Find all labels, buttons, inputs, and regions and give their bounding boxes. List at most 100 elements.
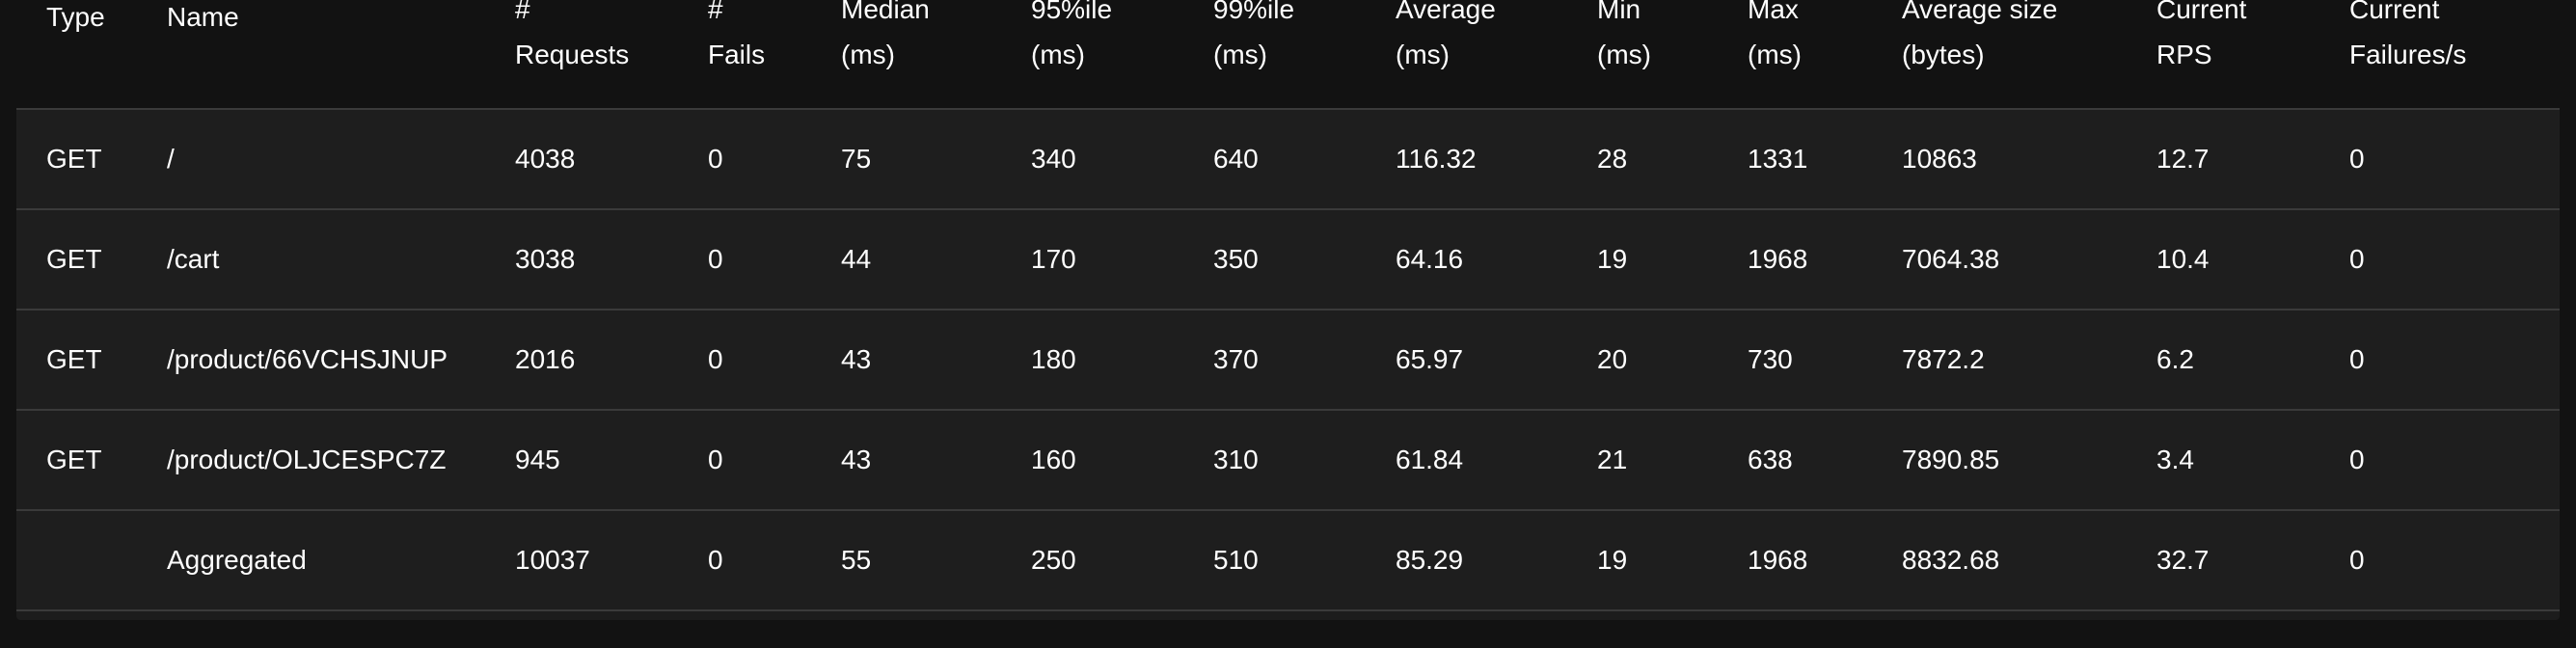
cell-median: 75: [841, 109, 1031, 210]
cell-max: 1968: [1748, 209, 1902, 310]
column-header-median[interactable]: Median (ms): [841, 0, 1031, 110]
cell-fails: 0: [708, 310, 841, 411]
table-header-row: Type Name # Requests # Fails Median (ms)…: [16, 0, 2560, 110]
column-header-p99[interactable]: 99%ile (ms): [1213, 0, 1396, 110]
cell-max: 638: [1748, 410, 1902, 511]
cell-name: /product/66VCHSJNUP: [167, 310, 515, 411]
cell-average-size: 8832.68: [1902, 510, 2156, 611]
column-header-name[interactable]: Name: [167, 0, 515, 110]
cell-min: 20: [1597, 310, 1748, 411]
column-header-label: # Fails: [708, 0, 766, 69]
request-stats-table: Type Name # Requests # Fails Median (ms)…: [16, 0, 2560, 611]
cell-fails: 0: [708, 209, 841, 310]
cell-p99: 370: [1213, 310, 1396, 411]
cell-average: 85.29: [1396, 510, 1597, 611]
cell-current-rps: 12.7: [2156, 109, 2349, 210]
column-header-label: Average size (bytes): [1902, 0, 2058, 69]
cell-fails: 0: [708, 410, 841, 511]
cell-type: GET: [46, 109, 167, 210]
cell-name: /cart: [167, 209, 515, 310]
aggregated-row: Aggregated 10037 0 55 250 510 85.29 19 1…: [16, 510, 2560, 611]
cell-requests: 4038: [515, 109, 708, 210]
cell-current-rps: 32.7: [2156, 510, 2349, 611]
cell-average-size: 7890.85: [1902, 410, 2156, 511]
cell-average: 64.16: [1396, 209, 1597, 310]
column-header-current-failures[interactable]: Current Failures/s: [2349, 0, 2560, 110]
header-spacer: [16, 0, 46, 110]
cell-max: 1331: [1748, 109, 1902, 210]
cell-min: 19: [1597, 209, 1748, 310]
cell-fails: 0: [708, 109, 841, 210]
table-row: GET /product/OLJCESPC7Z 945 0 43 160 310…: [16, 410, 2560, 511]
cell-type: GET: [46, 310, 167, 411]
row-spacer: [16, 510, 46, 611]
column-header-average[interactable]: Average (ms): [1396, 0, 1597, 110]
cell-type: [46, 510, 167, 611]
cell-average-size: 7872.2: [1902, 310, 2156, 411]
column-header-label: Average (ms): [1396, 0, 1496, 69]
cell-min: 28: [1597, 109, 1748, 210]
cell-current-failures: 0: [2349, 109, 2560, 210]
column-header-label: Min (ms): [1597, 0, 1651, 69]
cell-current-failures: 0: [2349, 410, 2560, 511]
cell-p99: 350: [1213, 209, 1396, 310]
cell-current-failures: 0: [2349, 510, 2560, 611]
cell-p95: 340: [1031, 109, 1213, 210]
row-spacer: [16, 209, 46, 310]
cell-median: 43: [841, 410, 1031, 511]
cell-average: 116.32: [1396, 109, 1597, 210]
table-row: GET /product/66VCHSJNUP 2016 0 43 180 37…: [16, 310, 2560, 411]
table-row: GET / 4038 0 75 340 640 116.32 28 1331 1…: [16, 109, 2560, 210]
cell-type: GET: [46, 410, 167, 511]
column-header-type[interactable]: Type: [46, 0, 167, 110]
cell-name: Aggregated: [167, 510, 515, 611]
column-header-label: 99%ile (ms): [1213, 0, 1295, 69]
cell-requests: 945: [515, 410, 708, 511]
column-header-label: # Requests: [515, 0, 630, 69]
cell-requests: 10037: [515, 510, 708, 611]
column-header-max[interactable]: Max (ms): [1748, 0, 1902, 110]
cell-min: 19: [1597, 510, 1748, 611]
cell-max: 1968: [1748, 510, 1902, 611]
cell-p95: 250: [1031, 510, 1213, 611]
cell-p99: 510: [1213, 510, 1396, 611]
cell-max: 730: [1748, 310, 1902, 411]
column-header-average-size[interactable]: Average size (bytes): [1902, 0, 2156, 110]
column-header-label: Current RPS: [2156, 0, 2247, 69]
cell-p99: 640: [1213, 109, 1396, 210]
column-header-fails[interactable]: # Fails: [708, 0, 841, 110]
column-header-label: Current Failures/s: [2349, 0, 2467, 69]
row-spacer: [16, 410, 46, 511]
cell-median: 43: [841, 310, 1031, 411]
cell-average: 65.97: [1396, 310, 1597, 411]
cell-current-rps: 3.4: [2156, 410, 2349, 511]
cell-p99: 310: [1213, 410, 1396, 511]
column-header-current-rps[interactable]: Current RPS: [2156, 0, 2349, 110]
column-header-requests[interactable]: # Requests: [515, 0, 708, 110]
cell-average-size: 7064.38: [1902, 209, 2156, 310]
column-header-label: 95%ile (ms): [1031, 0, 1113, 69]
cell-current-failures: 0: [2349, 209, 2560, 310]
cell-requests: 3038: [515, 209, 708, 310]
column-header-label: Max (ms): [1748, 0, 1802, 69]
column-header-label: Median (ms): [841, 0, 930, 69]
cell-p95: 170: [1031, 209, 1213, 310]
cell-current-rps: 10.4: [2156, 209, 2349, 310]
cell-current-failures: 0: [2349, 310, 2560, 411]
cell-average-size: 10863: [1902, 109, 2156, 210]
cell-average: 61.84: [1396, 410, 1597, 511]
table-row: GET /cart 3038 0 44 170 350 64.16 19 196…: [16, 209, 2560, 310]
cell-median: 44: [841, 209, 1031, 310]
cell-name: /product/OLJCESPC7Z: [167, 410, 515, 511]
row-spacer: [16, 310, 46, 411]
cell-type: GET: [46, 209, 167, 310]
row-spacer: [16, 109, 46, 210]
column-header-p95[interactable]: 95%ile (ms): [1031, 0, 1213, 110]
cell-p95: 160: [1031, 410, 1213, 511]
cell-median: 55: [841, 510, 1031, 611]
cell-fails: 0: [708, 510, 841, 611]
cell-p95: 180: [1031, 310, 1213, 411]
column-header-label: Name: [167, 2, 239, 32]
column-header-min[interactable]: Min (ms): [1597, 0, 1748, 110]
cell-name: /: [167, 109, 515, 210]
